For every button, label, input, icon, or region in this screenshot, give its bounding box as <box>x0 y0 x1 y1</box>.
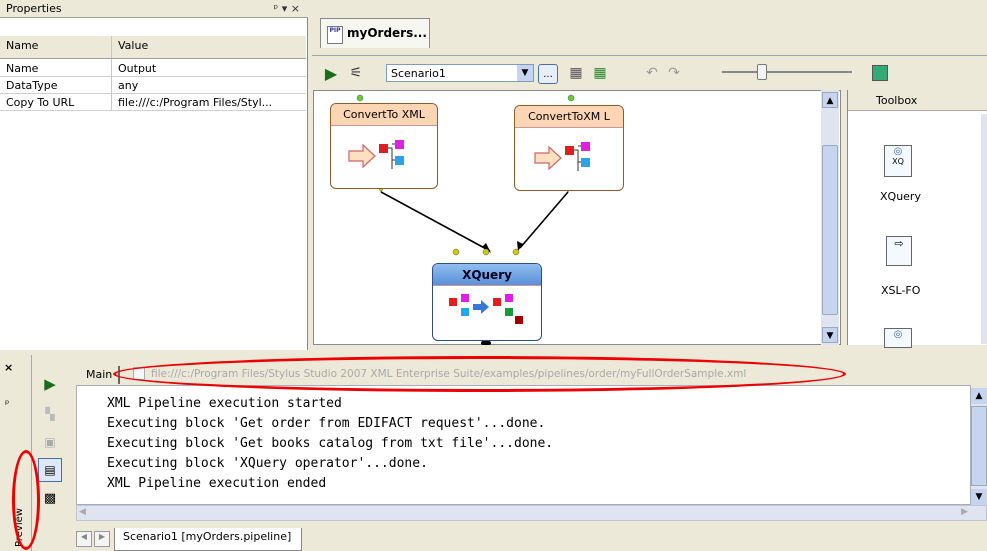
scenario-tab[interactable]: Scenario1 [myOrders.pipeline] <box>114 528 303 551</box>
property-name: Name <box>6 62 39 75</box>
scroll-thumb[interactable] <box>822 145 838 315</box>
block-title: ConvertToXM L <box>515 106 623 128</box>
debug-icon[interactable]: ⚟ <box>346 63 366 83</box>
scroll-up-icon[interactable]: ▲ <box>971 388 987 404</box>
convert-icon <box>534 142 590 171</box>
ellipsis-label: ... <box>543 68 553 80</box>
toolbox-title: Toolbox <box>876 94 918 107</box>
toolbox-panel: Toolbox ◎ XQ XQuery ⇨ XSL-FO ◎ <box>847 90 987 348</box>
grid-icon[interactable]: ▦ <box>566 63 586 83</box>
overview-icon[interactable] <box>872 65 888 81</box>
property-name: Copy To URL <box>6 96 75 109</box>
toolbox-item-xsl-fo[interactable]: XSL-FO <box>881 284 920 297</box>
save-output-icon[interactable]: ▩ <box>40 488 60 508</box>
xsl-fo-tool-icon[interactable]: ⇨ <box>886 236 912 266</box>
pin-icon[interactable]: ᵖ <box>5 399 9 410</box>
scroll-left-icon[interactable]: ◀ <box>79 507 86 517</box>
properties-title: Properties <box>6 2 62 15</box>
scroll-down-icon[interactable]: ▼ <box>971 489 987 505</box>
scroll-right-icon[interactable]: ▶ <box>961 507 968 517</box>
zoom-slider-thumb[interactable] <box>757 64 767 80</box>
snap-grid-icon[interactable]: ▦ <box>590 63 610 83</box>
xquery-block[interactable]: XQuery <box>432 263 542 341</box>
run-output-icon[interactable]: ▶ <box>40 374 60 394</box>
block-title: ConvertTo XML <box>331 104 437 126</box>
log-line: XML Pipeline execution ended <box>107 476 327 491</box>
properties-header: Properties ᵖ ▾ × <box>0 0 308 18</box>
canvas-vertical-scrollbar[interactable]: ▲ ▼ <box>821 90 839 345</box>
close-icon[interactable]: × <box>4 361 13 374</box>
property-name: DataType <box>6 79 58 92</box>
highlight-oval-preview <box>12 450 40 550</box>
output-horizontal-scrollbar[interactable]: ◀ ▶ <box>76 505 987 521</box>
column-value[interactable]: Value <box>118 39 148 52</box>
convert-icon <box>348 140 404 169</box>
redo-icon[interactable]: ↷ <box>664 63 684 83</box>
panel-pin-icon[interactable]: ᵖ ▾ × <box>274 2 300 15</box>
tab-scroll-right-icon[interactable]: ▶ <box>94 531 110 547</box>
property-row[interactable]: Name Output <box>0 59 306 77</box>
convert-to-xml-block-2[interactable]: ConvertToXM L <box>514 105 624 191</box>
xquery-tool-icon[interactable]: ◎ XQ <box>884 145 912 177</box>
property-row[interactable]: DataType any <box>0 76 306 94</box>
tab-scroll-left-icon[interactable]: ◀ <box>76 531 92 547</box>
properties-header-row: Name Value <box>0 36 306 59</box>
scenario-tab-label: Scenario1 [myOrders.pipeline] <box>123 530 292 543</box>
log-line: XML Pipeline execution started <box>107 396 342 411</box>
log-line: Executing block 'Get books catalog from … <box>107 436 554 451</box>
highlight-oval-url <box>113 356 846 392</box>
run-icon[interactable]: ▶ <box>322 63 340 83</box>
pipeline-canvas[interactable]: ConvertTo XML ConvertToXM L XQuery <box>313 90 841 345</box>
pipeline-file-icon: PIP <box>327 26 343 44</box>
property-value[interactable]: Output <box>118 62 156 75</box>
xquery-transform-icon <box>449 294 523 324</box>
document-gray-icon[interactable]: ▣ <box>40 432 60 452</box>
output-tab-main[interactable]: Main <box>86 368 112 381</box>
chevron-down-icon[interactable]: ▼ <box>517 65 533 81</box>
pipeline-toolbar: ▶ ⚟ Scenario1 ▼ ... ▦ ▦ ↶ ↷ <box>312 57 987 89</box>
convert-to-xml-block-1[interactable]: ConvertTo XML <box>330 103 438 189</box>
scenario-select[interactable]: Scenario1 ▼ <box>386 64 534 82</box>
scenario-select-value: Scenario1 <box>391 67 446 80</box>
scroll-up-icon[interactable]: ▲ <box>822 92 838 108</box>
toolbox-item-icon-partial[interactable]: ◎ <box>884 328 912 348</box>
toolbox-header: Toolbox <box>848 90 987 111</box>
log-line: Executing block 'XQuery operator'...done… <box>107 456 428 471</box>
block-title: XQuery <box>433 264 541 286</box>
scenario-tabs: ◀ ▶ Scenario1 [myOrders.pipeline] <box>76 528 987 551</box>
property-value[interactable]: file:///c:/Program Files/Styl... <box>118 96 272 109</box>
log-line: Executing block 'Get order from EDIFACT … <box>107 416 546 431</box>
column-name[interactable]: Name <box>6 39 38 52</box>
xquery-tool-icon-text: XQ <box>892 157 904 166</box>
toolbox-scrollbar[interactable] <box>981 114 987 344</box>
property-value[interactable]: any <box>118 79 138 92</box>
text-output-icon[interactable]: ▤ <box>38 458 62 482</box>
scroll-thumb[interactable] <box>971 406 987 486</box>
document-tab[interactable]: PIP myOrders... <box>320 18 430 48</box>
scroll-down-icon[interactable]: ▼ <box>822 327 838 343</box>
output-vertical-scrollbar[interactable]: ▲ ▼ <box>971 388 987 505</box>
toolbox-item-xquery[interactable]: XQuery <box>880 190 921 203</box>
zoom-slider[interactable] <box>722 71 852 73</box>
step-icon[interactable]: ▚ <box>40 404 60 424</box>
document-tab-label: myOrders... <box>347 26 427 40</box>
scenario-settings-button[interactable]: ... <box>538 64 558 84</box>
property-row[interactable]: Copy To URL file:///c:/Program Files/Sty… <box>0 93 306 111</box>
undo-icon[interactable]: ↶ <box>642 63 662 83</box>
output-text-area[interactable]: XML Pipeline execution started Executing… <box>76 385 971 505</box>
